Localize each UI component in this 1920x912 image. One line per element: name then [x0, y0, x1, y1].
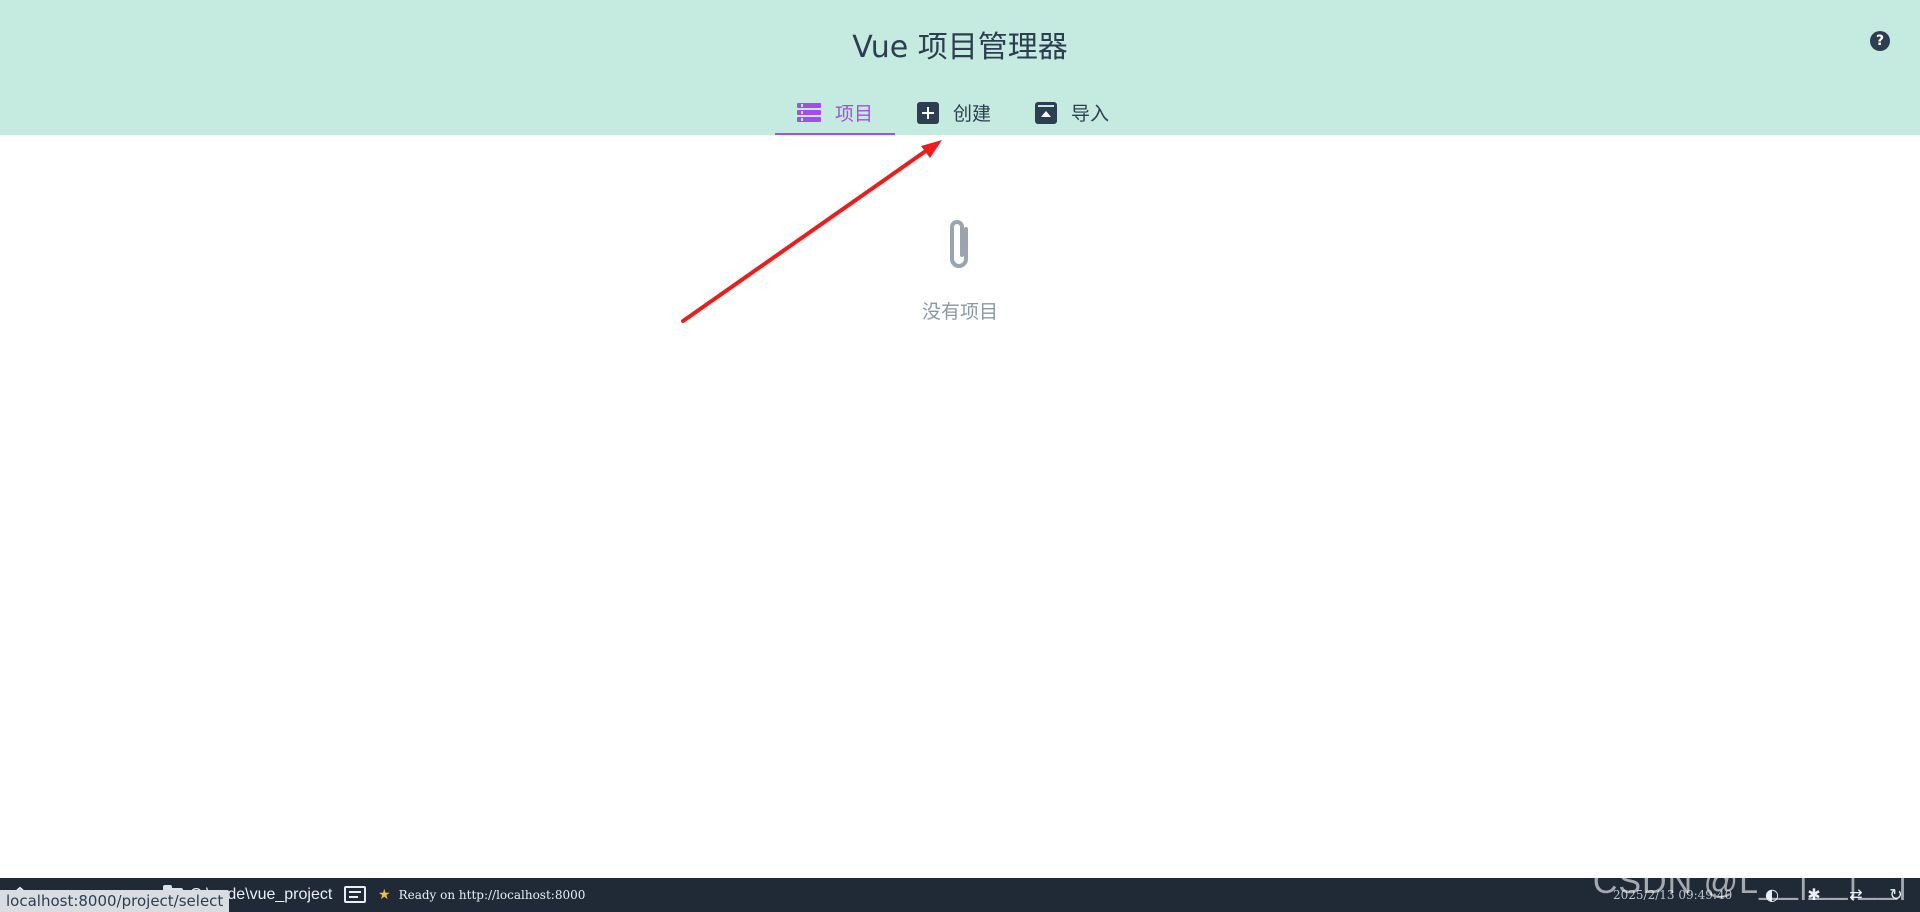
rocket-icon: ★ [378, 887, 391, 903]
tab-import-label: 导入 [1071, 103, 1110, 125]
server-status-text: Ready on http://localhost:8000 [398, 888, 586, 902]
tab-create[interactable]: 创建 [895, 90, 1013, 135]
app-header: Vue 项目管理器 ? 项目 创建 导入 [0, 0, 1920, 135]
plus-square-icon [917, 101, 940, 124]
tab-projects[interactable]: 项目 [775, 90, 896, 135]
tab-create-label: 创建 [953, 103, 992, 125]
link-preview: localhost:8000/project/select [0, 890, 230, 912]
server-status[interactable]: ★ Ready on http://localhost:8000 [378, 878, 585, 912]
empty-state-text: 没有项目 [921, 301, 998, 323]
list-icon [797, 102, 821, 124]
empty-state: 没有项目 [0, 215, 1920, 324]
paperclip-icon [950, 220, 968, 268]
log-icon[interactable] [344, 886, 366, 903]
archive-upload-icon [1035, 101, 1058, 124]
status-bar: C:\code\vue_project ★ Ready on http://lo… [0, 863, 1920, 912]
tab-projects-label: 项目 [835, 103, 874, 125]
nav-tabs: 项目 创建 导入 [775, 90, 1131, 135]
tab-import[interactable]: 导入 [1013, 90, 1131, 135]
app-title: Vue 项目管理器 [852, 30, 1068, 65]
help-button[interactable]: ? [1870, 31, 1890, 51]
watermark: CSDN @L__|__|__| [1592, 863, 1908, 901]
annotation-arrow [681, 140, 942, 323]
